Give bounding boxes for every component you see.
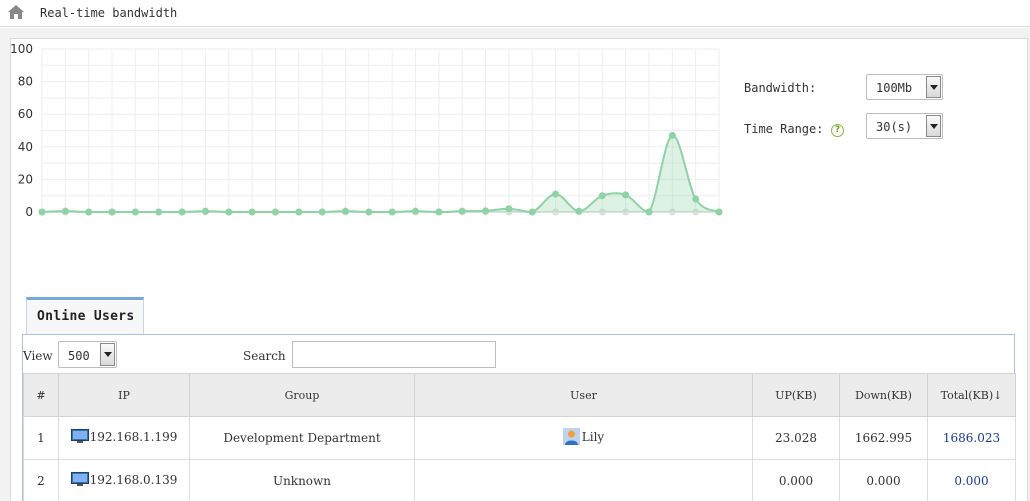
data-point xyxy=(271,208,279,216)
row-number: 2 xyxy=(23,459,59,501)
data-point xyxy=(435,208,443,216)
data-point xyxy=(482,207,490,215)
data-point xyxy=(318,208,326,216)
data-point xyxy=(622,191,630,199)
content-area: 0 20 40 60 80 100 Bandwidth: 100Mb Time Range… xyxy=(0,28,1030,501)
y-tick-label: 80 xyxy=(18,75,33,89)
search-input[interactable] xyxy=(292,341,496,368)
row-group: Unknown xyxy=(189,459,415,501)
data-point xyxy=(248,208,256,216)
bandwidth-label: Bandwidth: xyxy=(744,81,817,95)
row-number: 1 xyxy=(23,416,59,460)
header-bar: Real-time bandwidth xyxy=(0,0,1030,27)
sort-arrow-icon: ↓ xyxy=(993,388,1003,402)
row-down: 0.000 xyxy=(839,459,928,501)
col-user[interactable]: User xyxy=(414,373,753,417)
home-icon[interactable] xyxy=(7,4,25,20)
col-number[interactable]: # xyxy=(23,373,59,417)
col-group[interactable]: Group xyxy=(189,373,415,417)
row-total: 0.000 xyxy=(927,459,1016,501)
view-select[interactable]: 500 xyxy=(58,341,117,368)
tab-label: Online Users xyxy=(37,309,135,324)
col-up[interactable]: UP(KB) xyxy=(752,373,840,417)
time-range-select[interactable]: 30(s) xyxy=(866,113,943,139)
view-value: 500 xyxy=(68,349,90,363)
row-down: 1662.995 xyxy=(839,416,928,460)
user-icon xyxy=(562,428,580,445)
y-tick-label: 100 xyxy=(11,42,33,56)
user-name: Lily xyxy=(581,429,605,444)
view-label: View xyxy=(23,349,53,363)
bandwidth-select[interactable]: 100Mb xyxy=(866,74,943,100)
online-users-table: # IP Group User UP(KB) Down(KB) Total(KB… xyxy=(23,373,1016,501)
page-title: Real-time bandwidth xyxy=(40,6,178,20)
data-point xyxy=(38,208,46,216)
data-point xyxy=(715,208,723,216)
computer-icon xyxy=(70,472,89,486)
data-point xyxy=(692,195,700,203)
row-group: Development Department xyxy=(189,416,415,460)
data-point xyxy=(528,208,536,216)
chevron-down-icon[interactable] xyxy=(926,76,941,98)
help-icon[interactable]: ? xyxy=(831,124,844,137)
data-point xyxy=(225,208,233,216)
y-tick-label: 60 xyxy=(18,107,33,121)
data-point xyxy=(598,192,606,200)
bandwidth-chart: 0 20 40 60 80 100 xyxy=(11,42,723,219)
data-point xyxy=(295,208,303,216)
col-total[interactable]: Total(KB)↓ xyxy=(927,373,1016,417)
data-point xyxy=(645,208,653,216)
chevron-down-icon[interactable] xyxy=(926,115,941,137)
table-header-row: # IP Group User UP(KB) Down(KB) Total(KB… xyxy=(23,373,1016,417)
data-point xyxy=(155,208,163,216)
data-point xyxy=(178,208,186,216)
time-range-label: Time Range: xyxy=(744,122,824,136)
row-user: Lily xyxy=(414,416,753,460)
ip-text: 192.168.0.139 xyxy=(89,472,178,487)
data-point xyxy=(552,190,560,198)
row-up: 0.000 xyxy=(752,459,840,501)
bandwidth-value: 100Mb xyxy=(876,81,913,95)
table-row[interactable]: 1 192.168.1.199 Development Department L… xyxy=(23,416,1016,460)
data-point xyxy=(412,207,420,215)
online-users-panel: View 500 Search # IP Group User UP(KB) D… xyxy=(22,334,1016,501)
data-point xyxy=(458,207,466,215)
data-point xyxy=(505,205,513,213)
chevron-down-icon[interactable] xyxy=(100,343,115,366)
row-up: 23.028 xyxy=(752,416,840,460)
ip-text: 192.168.1.199 xyxy=(89,429,178,444)
table-row[interactable]: 2 192.168.0.139 Unknown 0.000 0.000 0.00… xyxy=(23,459,1016,501)
data-point xyxy=(388,208,396,216)
row-total: 1686.023 xyxy=(927,416,1016,460)
row-ip: 192.168.1.199 xyxy=(58,416,190,460)
data-point xyxy=(61,207,69,215)
main-panel: 0 20 40 60 80 100 Bandwidth: 100Mb Time Range… xyxy=(10,38,1028,501)
col-total-label: Total(KB) xyxy=(940,388,994,402)
data-point xyxy=(201,207,209,215)
row-ip: 192.168.0.139 xyxy=(58,459,190,501)
y-tick-label: 20 xyxy=(18,172,33,186)
search-label: Search xyxy=(243,349,286,363)
data-point xyxy=(85,208,93,216)
col-down[interactable]: Down(KB) xyxy=(839,373,928,417)
time-range-value: 30(s) xyxy=(876,120,913,134)
data-point xyxy=(365,208,373,216)
data-point xyxy=(575,207,583,215)
y-tick-label: 40 xyxy=(18,140,33,154)
row-user xyxy=(414,459,753,501)
data-point xyxy=(341,207,349,215)
y-tick-label: 0 xyxy=(25,205,33,219)
data-point xyxy=(131,208,139,216)
data-point xyxy=(668,131,676,139)
data-point xyxy=(108,208,116,216)
computer-icon xyxy=(70,429,89,443)
tab-online-users[interactable]: Online Users xyxy=(26,297,144,334)
col-ip[interactable]: IP xyxy=(58,373,190,417)
